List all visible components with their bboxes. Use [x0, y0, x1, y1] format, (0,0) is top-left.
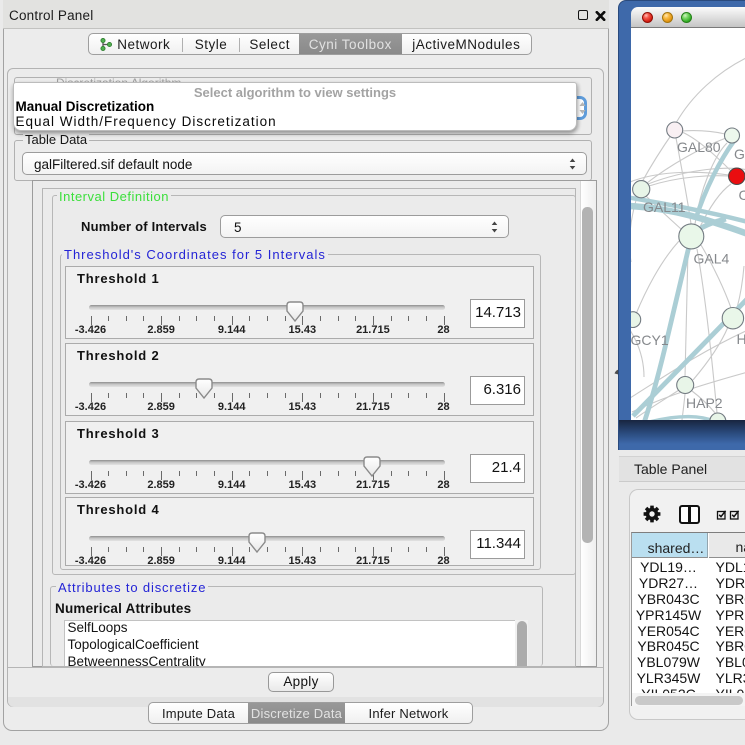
svg-text:GAL11: GAL11: [643, 199, 686, 215]
svg-text:GAL4: GAL4: [694, 251, 730, 267]
svg-text:C: C: [739, 187, 745, 203]
svg-text:HAP2: HAP2: [686, 395, 723, 411]
svg-text:GCY1: GCY1: [631, 332, 669, 348]
svg-text:GAL80: GAL80: [677, 139, 721, 155]
svg-text:GA: GA: [734, 146, 745, 162]
svg-text:H: H: [737, 331, 745, 347]
